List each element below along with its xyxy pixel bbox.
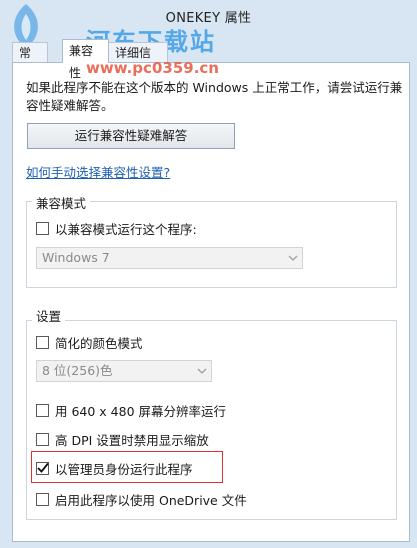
os-version-select: Windows 7 — [36, 247, 303, 269]
high-dpi-checkbox[interactable] — [36, 433, 49, 446]
res-640-checkbox[interactable] — [36, 404, 49, 417]
high-dpi-row[interactable]: 高 DPI 设置时禁用显示缩放 — [36, 430, 209, 449]
reduced-color-row[interactable]: 简化的颜色模式 — [36, 333, 143, 352]
chevron-down-icon — [197, 368, 207, 374]
res-640-label: 用 640 x 480 屏幕分辨率运行 — [55, 404, 227, 419]
settings-group-label: 设置 — [32, 306, 66, 325]
res-640-row[interactable]: 用 640 x 480 屏幕分辨率运行 — [36, 401, 226, 420]
run-troubleshooter-button[interactable]: 运行兼容性疑难解答 — [27, 123, 235, 149]
color-depth-select-value: 8 位(256)色 — [42, 363, 113, 378]
tab-general[interactable]: 常规 — [12, 42, 48, 80]
color-depth-select: 8 位(256)色 — [36, 360, 212, 382]
highlight-box — [31, 451, 223, 483]
os-version-select-value: Windows 7 — [42, 250, 110, 265]
compat-mode-checkbox-label: 以兼容模式运行这个程序: — [55, 222, 197, 237]
reduced-color-label: 简化的颜色模式 — [55, 336, 143, 351]
reduced-color-checkbox[interactable] — [36, 336, 49, 349]
onedrive-checkbox[interactable] — [36, 493, 49, 506]
compat-mode-group-label: 兼容模式 — [32, 193, 91, 212]
compat-mode-checkbox-row[interactable]: 以兼容模式运行这个程序: — [36, 219, 197, 238]
high-dpi-label: 高 DPI 设置时禁用显示缩放 — [55, 433, 209, 448]
chevron-down-icon — [288, 255, 298, 261]
compat-description: 如果此程序不能在这个版本的 Windows 上正常工作，请尝试运行兼容性疑难解答… — [26, 80, 403, 113]
manual-compat-link[interactable]: 如何手动选择兼容性设置? — [26, 162, 170, 181]
compat-mode-checkbox[interactable] — [36, 222, 49, 235]
onedrive-row[interactable]: 启用此程序以使用 OneDrive 文件 — [36, 490, 247, 509]
compat-mode-group — [26, 201, 397, 288]
onedrive-label: 启用此程序以使用 OneDrive 文件 — [55, 493, 247, 508]
tab-compatibility[interactable]: 兼容性 — [62, 39, 109, 80]
